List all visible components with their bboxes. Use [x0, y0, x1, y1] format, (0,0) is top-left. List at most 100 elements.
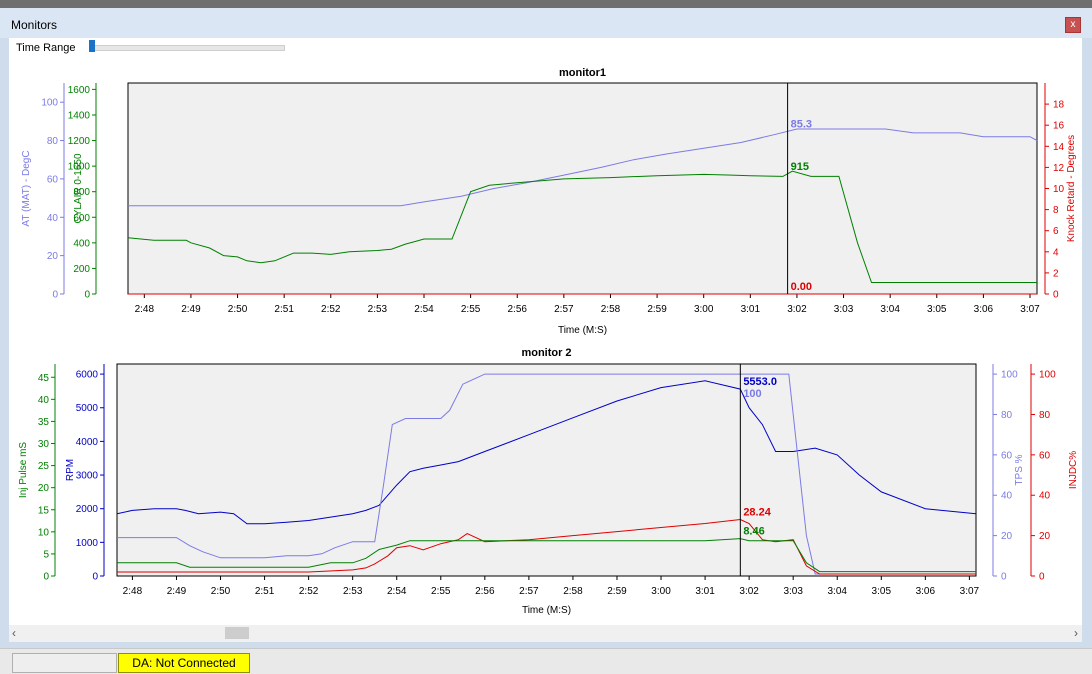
y-tick-label: 6 [1053, 226, 1059, 237]
x-tick-label: 2:59 [607, 586, 627, 597]
y-tick-label: 10 [38, 527, 50, 538]
y-tick-label: 20 [1001, 531, 1013, 542]
horizontal-scrollbar[interactable]: ‹ › [9, 625, 1082, 642]
y-tick-label: 0 [52, 290, 58, 301]
time-range-slider-track[interactable] [89, 45, 285, 51]
y-tick-label: 6000 [76, 370, 99, 381]
x-tick-label: 3:00 [651, 586, 671, 597]
x-axis-label: Time (M:S) [558, 325, 607, 336]
x-axis-label: Time (M:S) [522, 605, 571, 616]
y-axis-label: TPS % [1014, 454, 1025, 485]
x-tick-label: 3:01 [741, 304, 761, 315]
x-tick-label: 2:57 [519, 586, 539, 597]
x-tick-label: 2:56 [475, 586, 495, 597]
y-tick-label: 3000 [76, 471, 99, 482]
x-tick-label: 2:54 [414, 304, 434, 315]
x-tick-label: 3:07 [960, 586, 980, 597]
x-tick-label: 2:51 [255, 586, 275, 597]
y-tick-label: 80 [1001, 410, 1013, 421]
x-tick-label: 3:05 [872, 586, 892, 597]
x-tick-label: 2:53 [343, 586, 363, 597]
window-title: Monitors [11, 18, 58, 32]
window-titlebar: Monitors x [0, 8, 1092, 38]
x-tick-label: 3:03 [834, 304, 854, 315]
x-tick-label: 2:57 [554, 304, 574, 315]
cursor-value-label: 28.24 [743, 506, 771, 518]
x-tick-label: 3:03 [783, 586, 803, 597]
y-tick-label: 2 [1053, 268, 1059, 279]
cursor-value-label: 8.46 [743, 526, 764, 538]
scroll-left-arrow-icon[interactable]: ‹ [12, 626, 16, 640]
y-tick-label: 40 [38, 395, 50, 406]
y-tick-label: 10 [1053, 184, 1065, 195]
close-button[interactable]: x [1065, 17, 1081, 33]
x-tick-label: 2:48 [135, 304, 155, 315]
cursor-value-label: 0.00 [791, 281, 812, 293]
x-tick-label: 3:04 [880, 304, 900, 315]
y-tick-label: 80 [47, 136, 59, 147]
x-tick-label: 2:51 [274, 304, 294, 315]
y-tick-label: 1600 [68, 85, 91, 96]
x-tick-label: 2:53 [368, 304, 388, 315]
y-tick-label: 2000 [76, 504, 99, 515]
y-tick-label: 40 [47, 213, 59, 224]
y-tick-label: 25 [38, 461, 50, 472]
y-tick-label: 20 [47, 251, 59, 262]
y-tick-label: 18 [1053, 100, 1065, 111]
x-tick-label: 3:06 [974, 304, 994, 315]
y-tick-label: 5000 [76, 403, 99, 414]
y-tick-label: 0 [1053, 290, 1059, 301]
x-tick-label: 2:48 [123, 586, 143, 597]
y-tick-label: 12 [1053, 163, 1065, 174]
y-tick-label: 1400 [68, 110, 91, 121]
scroll-right-arrow-icon[interactable]: › [1074, 626, 1078, 640]
y-tick-label: 14 [1053, 142, 1065, 153]
y-tick-label: 0 [43, 572, 49, 583]
y-tick-label: 0 [84, 290, 90, 301]
y-tick-label: 80 [1039, 410, 1051, 421]
y-axis-label: AT (MAT) - DegC [21, 150, 32, 226]
x-tick-label: 2:52 [299, 586, 319, 597]
y-tick-label: 4000 [76, 437, 99, 448]
x-tick-label: 2:55 [461, 304, 481, 315]
x-tick-label: 3:02 [739, 586, 759, 597]
x-tick-label: 3:04 [828, 586, 848, 597]
y-axis-label: CYLAIR 0-1650 [73, 153, 84, 223]
x-tick-label: 2:56 [508, 304, 528, 315]
x-tick-label: 2:58 [563, 586, 583, 597]
y-tick-label: 0 [92, 572, 98, 583]
y-tick-label: 0 [1001, 572, 1007, 583]
x-tick-label: 2:50 [211, 586, 231, 597]
y-axis-label: Knock Retard - Degrees [1066, 135, 1077, 242]
x-tick-label: 3:05 [927, 304, 947, 315]
x-tick-label: 2:49 [181, 304, 201, 315]
y-tick-label: 1200 [68, 136, 91, 147]
x-tick-label: 3:01 [695, 586, 715, 597]
time-range-slider-thumb[interactable] [89, 40, 95, 52]
y-tick-label: 400 [73, 238, 90, 249]
x-tick-label: 3:02 [787, 304, 807, 315]
scrollbar-thumb[interactable] [225, 627, 249, 639]
y-tick-label: 8 [1053, 205, 1059, 216]
cursor-value-label: 100 [743, 388, 761, 400]
chart-title: monitor1 [559, 67, 606, 79]
x-tick-label: 2:54 [387, 586, 407, 597]
y-axis-label: INJDC% [1068, 451, 1079, 489]
x-tick-label: 2:58 [601, 304, 621, 315]
x-tick-label: 2:52 [321, 304, 341, 315]
y-tick-label: 15 [38, 505, 50, 516]
cursor-value-label: 915 [791, 161, 809, 173]
x-tick-label: 2:49 [167, 586, 187, 597]
plot-area [116, 363, 977, 577]
status-cell-empty [12, 653, 117, 673]
y-tick-label: 40 [1001, 491, 1013, 502]
y-tick-label: 35 [38, 417, 50, 428]
status-bar: DA: Not Connected [0, 648, 1092, 674]
monitor2-chart: monitor 2 2:48 2:49 2:50 2:51 2:52 2:53 2:54 2:5… [18, 347, 1079, 616]
y-tick-label: 40 [1039, 491, 1051, 502]
y-tick-label: 30 [38, 439, 50, 450]
y-tick-label: 0 [1039, 572, 1045, 583]
y-tick-label: 100 [1001, 370, 1018, 381]
x-tick-label: 3:00 [694, 304, 714, 315]
y-tick-label: 200 [73, 264, 90, 275]
